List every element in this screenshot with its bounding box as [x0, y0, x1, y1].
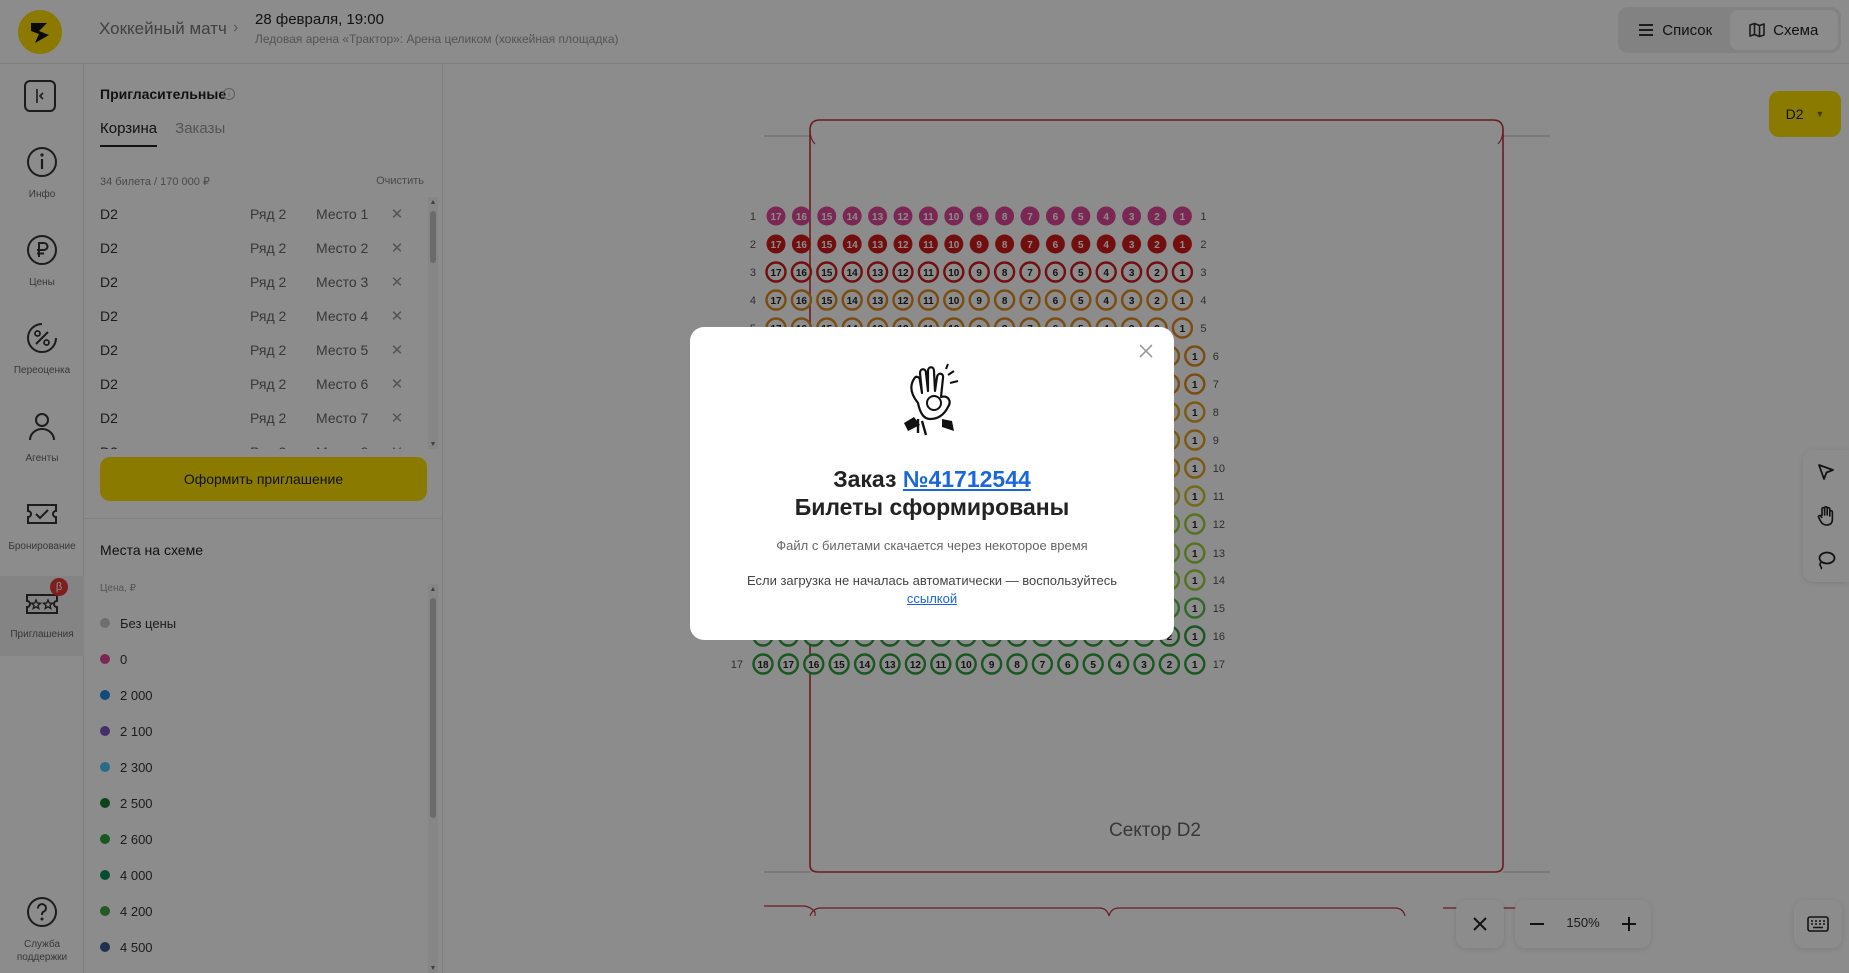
order-number-link[interactable]: №41712544 — [903, 466, 1031, 492]
modal-fallback-note: Если загрузка не началась автоматически … — [720, 572, 1144, 608]
download-link[interactable]: ссылкой — [907, 591, 957, 606]
modal-title-prefix: Заказ — [833, 466, 903, 492]
ok-hand-icon — [904, 363, 959, 436]
modal-close-button[interactable] — [1136, 341, 1156, 361]
app-root: Хоккейный матч › 28 февраля, 19:00 Ледов… — [0, 0, 1849, 973]
modal-download-note: Файл с билетами скачается через некоторо… — [776, 538, 1088, 553]
close-icon — [1139, 344, 1153, 358]
modal-title-line2: Билеты сформированы — [794, 494, 1070, 520]
modal-fallback-text: Если загрузка не началась автоматически … — [746, 573, 1117, 588]
order-success-modal: Заказ №41712544 Билеты сформированы Файл… — [690, 327, 1174, 640]
modal-title: Заказ №41712544 Билеты сформированы — [690, 465, 1174, 521]
